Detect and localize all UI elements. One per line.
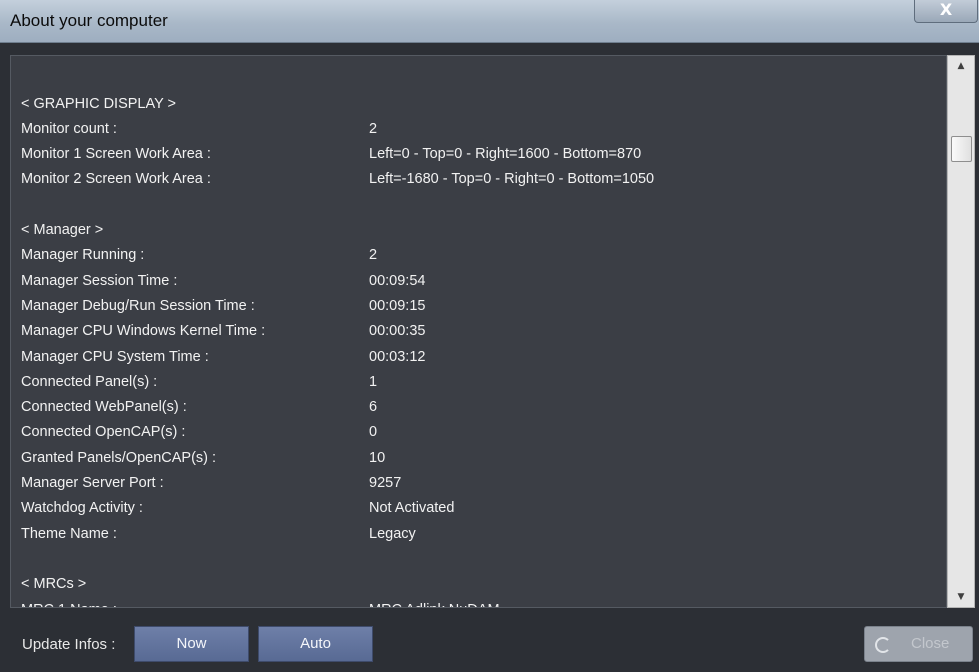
info-row-label: Connected OpenCAP(s) : bbox=[21, 424, 186, 441]
info-row-label: MRC 1 Name : bbox=[21, 598, 117, 607]
info-row-value: 2 bbox=[369, 247, 378, 264]
info-row-label: Connected Panel(s) : bbox=[21, 373, 158, 390]
info-row: MRC 1 Name : MRC Adlink NuDAM bbox=[21, 598, 946, 607]
close-window-button[interactable]: X bbox=[914, 0, 978, 23]
info-row-label: < GRAPHIC DISPLAY > bbox=[21, 95, 176, 112]
info-row-label: Manager CPU Windows Kernel Time : bbox=[21, 323, 266, 340]
info-row-label: Theme Name : bbox=[21, 525, 117, 542]
info-row: Monitor 2 Screen Work Area : Left=-1680 -… bbox=[21, 167, 946, 192]
scroll-down-arrow-icon[interactable]: ▼ bbox=[948, 587, 974, 607]
info-row: < Manager > bbox=[21, 218, 946, 243]
info-row bbox=[21, 56, 946, 66]
info-row: Connected WebPanel(s) : 6 bbox=[21, 395, 946, 420]
info-row-value: MRC Adlink NuDAM bbox=[369, 598, 500, 607]
info-row-label: Manager CPU System Time : bbox=[21, 348, 209, 365]
info-row: Theme Name : Legacy bbox=[21, 522, 946, 547]
info-row-label: < MRCs > bbox=[21, 576, 87, 593]
info-row-label: Watchdog Activity : bbox=[21, 500, 143, 517]
update-infos-label: Update Infos : bbox=[22, 636, 116, 653]
info-row-label: Manager Debug/Run Session Time : bbox=[21, 297, 255, 314]
info-row-label: Manager Running : bbox=[21, 247, 145, 264]
info-row-value: 6 bbox=[369, 399, 378, 416]
info-row: < MRCs > bbox=[21, 572, 946, 597]
info-row: Manager Server Port : 9257 bbox=[21, 471, 946, 496]
info-row: Manager CPU Windows Kernel Time : 00:00:3… bbox=[21, 319, 946, 344]
info-row-value: 10 bbox=[369, 449, 386, 466]
close-button[interactable]: Close bbox=[864, 626, 973, 662]
info-row bbox=[21, 547, 946, 572]
scroll-up-arrow-icon[interactable]: ▲ bbox=[948, 56, 974, 76]
info-row bbox=[21, 66, 946, 91]
info-row-label: Monitor 1 Screen Work Area : bbox=[21, 146, 211, 163]
info-row: Connected Panel(s) : 1 bbox=[21, 370, 946, 395]
info-row-label: < Manager > bbox=[21, 222, 104, 239]
info-row: < GRAPHIC DISPLAY > bbox=[21, 92, 946, 117]
info-row-value: 9257 bbox=[369, 475, 402, 492]
info-row-value: Legacy bbox=[369, 525, 416, 542]
info-row-label: Monitor count : bbox=[21, 120, 117, 137]
update-now-button[interactable]: Now bbox=[134, 626, 249, 662]
info-row: Monitor 1 Screen Work Area : Left=0 - Top… bbox=[21, 142, 946, 167]
vertical-scrollbar[interactable]: ▲ ▼ bbox=[947, 55, 975, 608]
info-row-value: 0 bbox=[369, 424, 378, 441]
loading-spinner-icon bbox=[875, 637, 891, 653]
info-row-value: Left=-1680 - Top=0 - Right=0 - Bottom=10… bbox=[369, 171, 655, 188]
info-row bbox=[21, 193, 946, 218]
close-button-label: Close bbox=[911, 635, 950, 652]
info-row-value: 00:09:15 bbox=[369, 297, 426, 314]
info-row-value: Left=0 - Top=0 - Right=1600 - Bottom=870 bbox=[369, 146, 642, 163]
info-row: Connected OpenCAP(s) : 0 bbox=[21, 420, 946, 445]
info-row-label: Granted Panels/OpenCAP(s) : bbox=[21, 449, 217, 466]
info-row: Manager Debug/Run Session Time : 00:09:15 bbox=[21, 294, 946, 319]
title-bar: About your computer X bbox=[0, 0, 979, 43]
info-row: Manager Running : 2 bbox=[21, 243, 946, 268]
info-row-value: Not Activated bbox=[369, 500, 455, 517]
info-row-label: Monitor 2 Screen Work Area : bbox=[21, 171, 211, 188]
info-row-value: 00:00:35 bbox=[369, 323, 426, 340]
window-body: < GRAPHIC DISPLAY > Monitor count :2 Monit… bbox=[0, 43, 979, 672]
info-row-label: Connected WebPanel(s) : bbox=[21, 399, 187, 416]
info-row-label: Manager Server Port : bbox=[21, 475, 164, 492]
info-list: < GRAPHIC DISPLAY > Monitor count :2 Monit… bbox=[21, 56, 946, 607]
info-row-value: 1 bbox=[369, 373, 378, 390]
update-auto-button[interactable]: Auto bbox=[258, 626, 373, 662]
window-title: About your computer bbox=[10, 11, 168, 30]
info-row-value: 00:03:12 bbox=[369, 348, 426, 365]
info-row: Manager Session Time : 00:09:54 bbox=[21, 269, 946, 294]
info-row-value: 2 bbox=[369, 120, 378, 137]
scrollbar-thumb[interactable] bbox=[951, 136, 972, 162]
info-row-label: Manager Session Time : bbox=[21, 272, 178, 289]
info-row-value: 00:09:54 bbox=[369, 272, 426, 289]
info-row: Granted Panels/OpenCAP(s) : 10 bbox=[21, 446, 946, 471]
info-row: Watchdog Activity : Not Activated bbox=[21, 496, 946, 521]
info-row: Manager CPU System Time : 00:03:12 bbox=[21, 345, 946, 370]
info-row: Monitor count : 2 bbox=[21, 117, 946, 142]
info-panel: < GRAPHIC DISPLAY > Monitor count :2 Monit… bbox=[10, 55, 947, 608]
